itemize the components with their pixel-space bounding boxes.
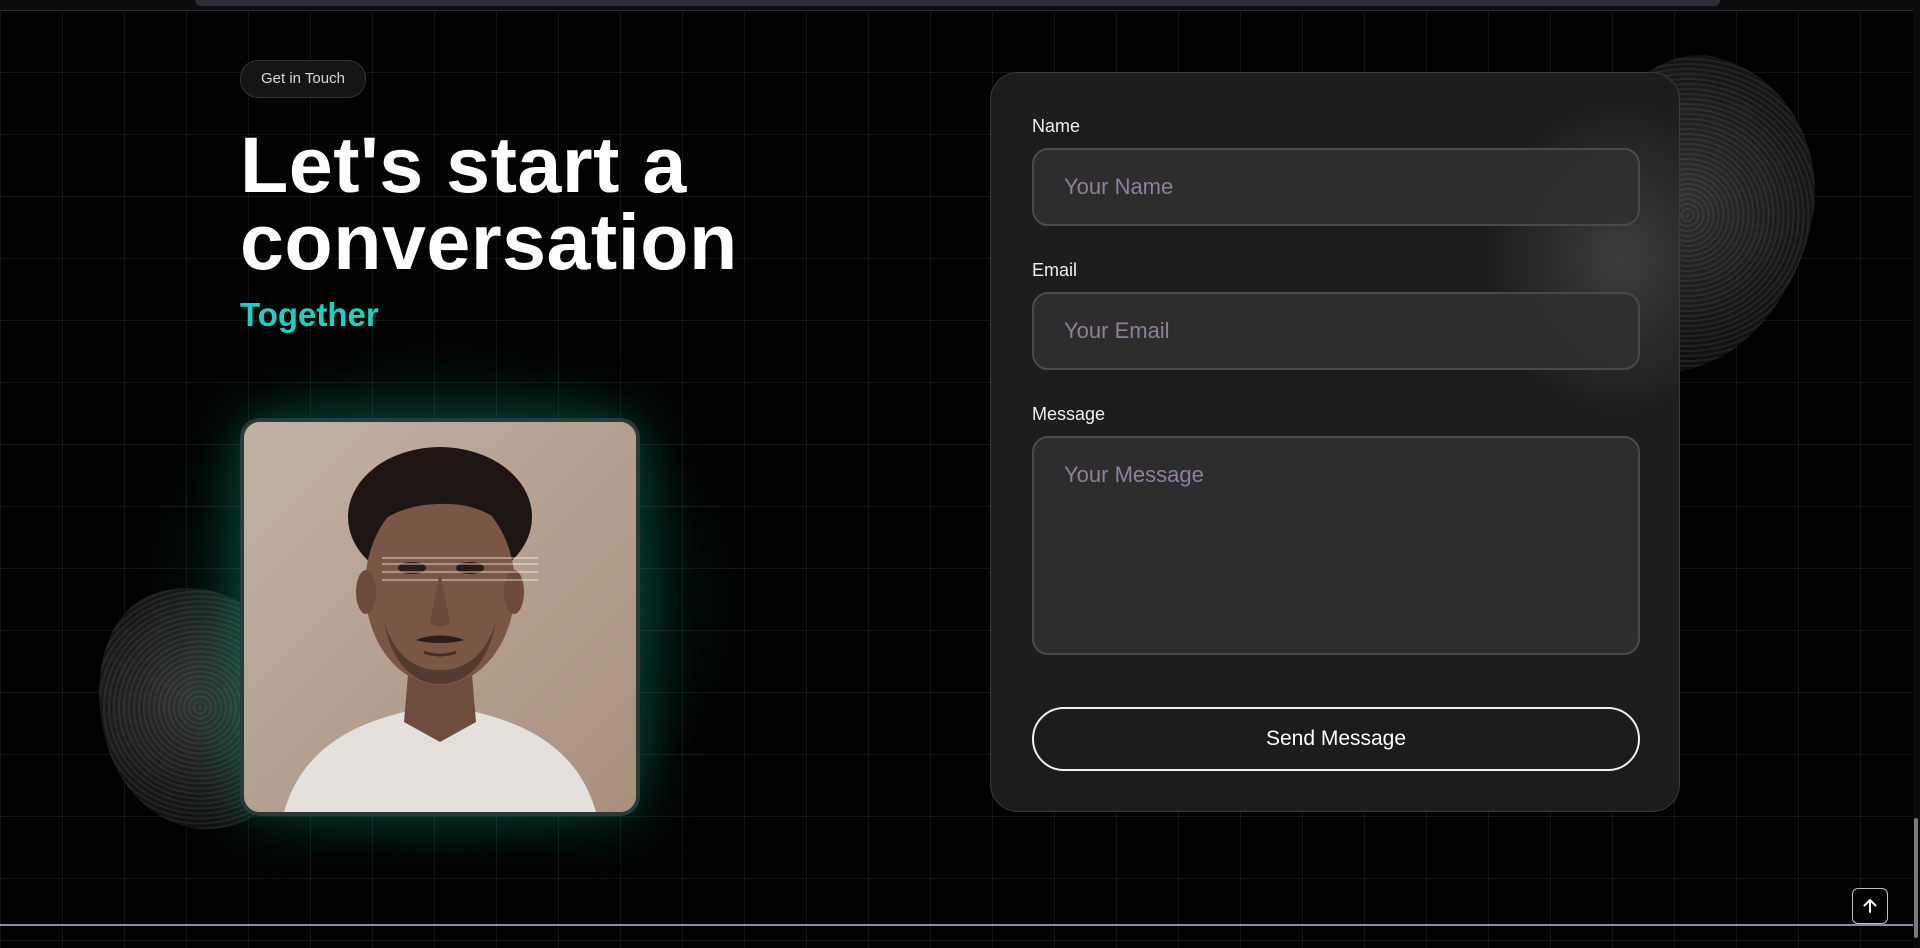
bottom-divider <box>0 924 1920 926</box>
back-to-top-button[interactable] <box>1852 888 1888 924</box>
message-label: Message <box>1032 404 1106 424</box>
email-label: Email <box>1032 260 1078 280</box>
top-bar-handle <box>195 0 1720 6</box>
arrow-up-icon <box>1863 899 1877 913</box>
profile-photo <box>240 418 640 816</box>
name-input[interactable] <box>1032 148 1640 226</box>
contact-page: Get in Touch Let's start a conversation … <box>0 0 1920 948</box>
send-message-button[interactable]: Send Message <box>1032 707 1640 771</box>
page-title: Let's start a conversation <box>240 120 738 286</box>
top-bar <box>0 0 1920 11</box>
message-textarea[interactable] <box>1032 436 1640 655</box>
get-in-touch-badge: Get in Touch <box>240 60 366 98</box>
name-label: Name <box>1032 116 1081 136</box>
email-input[interactable] <box>1032 292 1640 370</box>
form-glow <box>1481 93 1679 423</box>
page-subtitle: Together <box>240 296 379 333</box>
contact-form: Name Email Message Send Message <box>990 72 1680 812</box>
scrollbar-track[interactable] <box>1913 10 1920 948</box>
scrollbar-thumb[interactable] <box>1914 818 1918 938</box>
